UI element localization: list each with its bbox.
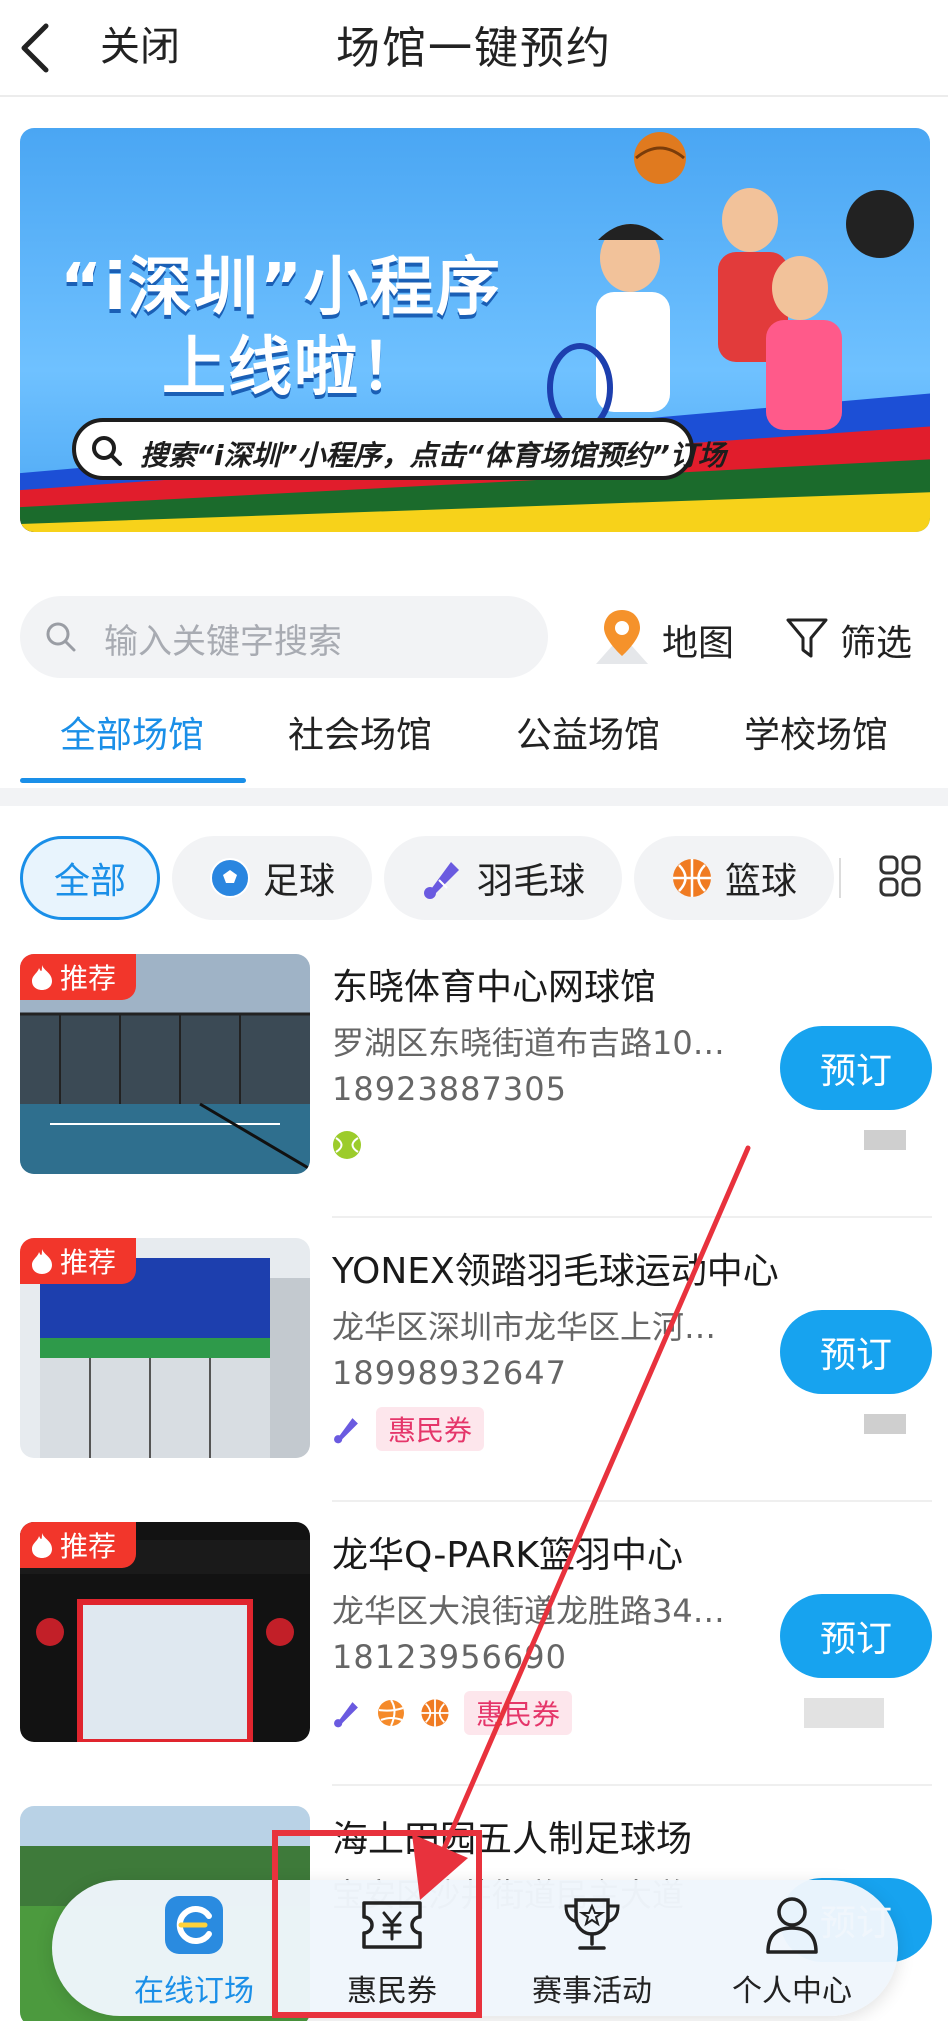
tab-public-venues[interactable]: 公益场馆 <box>516 706 660 758</box>
annotation-highlight-box <box>272 1830 482 2018</box>
basketball-icon <box>671 857 713 899</box>
venue-sports: 惠民券 <box>332 1407 485 1451</box>
flame-icon <box>32 965 52 990</box>
book-button[interactable]: 预订 <box>780 1310 932 1394</box>
top-bar: 关闭 场馆一键预约 <box>0 0 948 97</box>
venue-sports: 惠民券 <box>332 1691 573 1735</box>
search-input[interactable]: 输入关键字搜索 <box>20 596 548 678</box>
banner-headline-2: 上线啦！ <box>162 331 426 405</box>
more-categories-button[interactable] <box>878 854 922 902</box>
chip-soccer[interactable]: 足球 <box>172 836 372 920</box>
flame-icon <box>32 1533 52 1558</box>
promo-banner[interactable]: “i深圳”小程序 上线啦！ 搜索“i深圳”小程序，点击“体育场馆预约”订场 <box>20 128 930 532</box>
distance-text <box>804 1698 884 1728</box>
venue-sports <box>332 1126 362 1164</box>
nav-online-booking[interactable]: 在线订场 <box>104 1890 284 2010</box>
athletes-illustration <box>547 132 914 433</box>
coupon-badge: 惠民券 <box>376 1407 485 1451</box>
venue-card[interactable]: 推荐 东晓体育中心网球馆 罗湖区东晓街道布吉路10… 18923887305 预… <box>0 954 948 1238</box>
venue-name: YONEX领踏羽毛球运动中心 <box>332 1251 779 1292</box>
shuttlecock-icon <box>334 1418 358 1444</box>
nav-profile[interactable]: 个人中心 <box>702 1890 882 2010</box>
recommend-tag: 推荐 <box>20 1238 136 1284</box>
map-label: 地图 <box>662 623 735 664</box>
chip-basketball[interactable]: 篮球 <box>634 836 834 920</box>
trophy-icon <box>502 1890 682 1960</box>
person-icon <box>702 1890 882 1960</box>
shuttlecock-icon <box>421 856 465 900</box>
nav-label: 个人中心 <box>732 1974 852 2009</box>
recommend-tag: 推荐 <box>20 954 136 1000</box>
chip-all[interactable]: 全部 <box>20 836 160 920</box>
sport-category-chips: 全部 足球 羽毛球 篮球 <box>0 836 948 922</box>
nav-label: 赛事活动 <box>532 1974 652 2009</box>
volleyball-icon <box>378 1699 404 1727</box>
soccer-ball-icon <box>209 857 251 899</box>
venue-name: 龙华Q-PARK篮羽中心 <box>332 1535 683 1576</box>
book-button[interactable]: 预订 <box>780 1026 932 1110</box>
venue-phone[interactable]: 18998932647 <box>332 1354 567 1392</box>
venue-card[interactable]: 推荐 龙华Q-PARK篮羽中心 龙华区大浪街道龙胜路34… 1812395669… <box>0 1522 948 1806</box>
venue-address: 罗湖区东晓街道布吉路10… <box>332 1024 725 1062</box>
chip-label: 羽毛球 <box>476 861 585 902</box>
shuttlecock-icon <box>334 1702 358 1728</box>
section-divider <box>0 788 948 806</box>
map-button[interactable]: 地图 <box>590 606 740 670</box>
filter-button[interactable]: 筛选 <box>784 606 934 670</box>
nav-label: 在线订场 <box>134 1974 254 2009</box>
chip-badminton[interactable]: 羽毛球 <box>384 836 622 920</box>
funnel-icon <box>786 618 828 658</box>
flame-icon <box>32 1249 52 1274</box>
venue-phone[interactable]: 18923887305 <box>332 1070 567 1108</box>
map-pin-icon <box>596 610 648 664</box>
chip-label: 全部 <box>53 861 126 902</box>
search-placeholder: 输入关键字搜索 <box>104 622 342 662</box>
filter-label: 筛选 <box>840 623 913 664</box>
grid-icon <box>879 855 921 897</box>
venue-name: 东晓体育中心网球馆 <box>332 967 657 1008</box>
tab-social-venues[interactable]: 社会场馆 <box>288 706 432 758</box>
tab-all-venues[interactable]: 全部场馆 <box>60 706 204 758</box>
distance-text <box>864 1414 906 1434</box>
chip-label: 篮球 <box>724 861 797 902</box>
banner-headline-1: “i深圳”小程序 <box>60 251 503 325</box>
venue-address: 龙华区深圳市龙华区上河… <box>332 1308 717 1346</box>
book-button[interactable]: 预订 <box>780 1594 932 1678</box>
venue-card[interactable]: 推荐 YONEX领踏羽毛球运动中心 龙华区深圳市龙华区上河… 189989326… <box>0 1238 948 1522</box>
search-icon <box>46 622 76 652</box>
tab-underline <box>20 778 246 783</box>
basketball-icon <box>421 1699 449 1727</box>
banner-search-hint: 搜索“i深圳”小程序，点击“体育场馆预约”订场 <box>72 418 726 480</box>
search-icon <box>92 436 122 466</box>
coupon-badge: 惠民券 <box>464 1691 573 1735</box>
venue-phone[interactable]: 18123956690 <box>332 1638 567 1676</box>
recommend-tag: 推荐 <box>20 1522 136 1568</box>
venue-type-tabs: 全部场馆 社会场馆 公益场馆 学校场馆 <box>0 700 948 784</box>
distance-text <box>864 1130 906 1150</box>
page-title: 场馆一键预约 <box>336 23 612 74</box>
chip-label: 足球 <box>262 861 335 902</box>
venue-address: 龙华区大浪街道龙胜路34… <box>332 1592 725 1630</box>
tennis-ball-icon <box>333 1131 361 1159</box>
tab-school-venues[interactable]: 学校场馆 <box>744 706 888 758</box>
banner-search-text: 搜索“i深圳”小程序，点击“体育场馆预约”订场 <box>140 439 726 472</box>
venue-logo-icon <box>104 1890 284 1960</box>
nav-events[interactable]: 赛事活动 <box>502 1890 682 2010</box>
